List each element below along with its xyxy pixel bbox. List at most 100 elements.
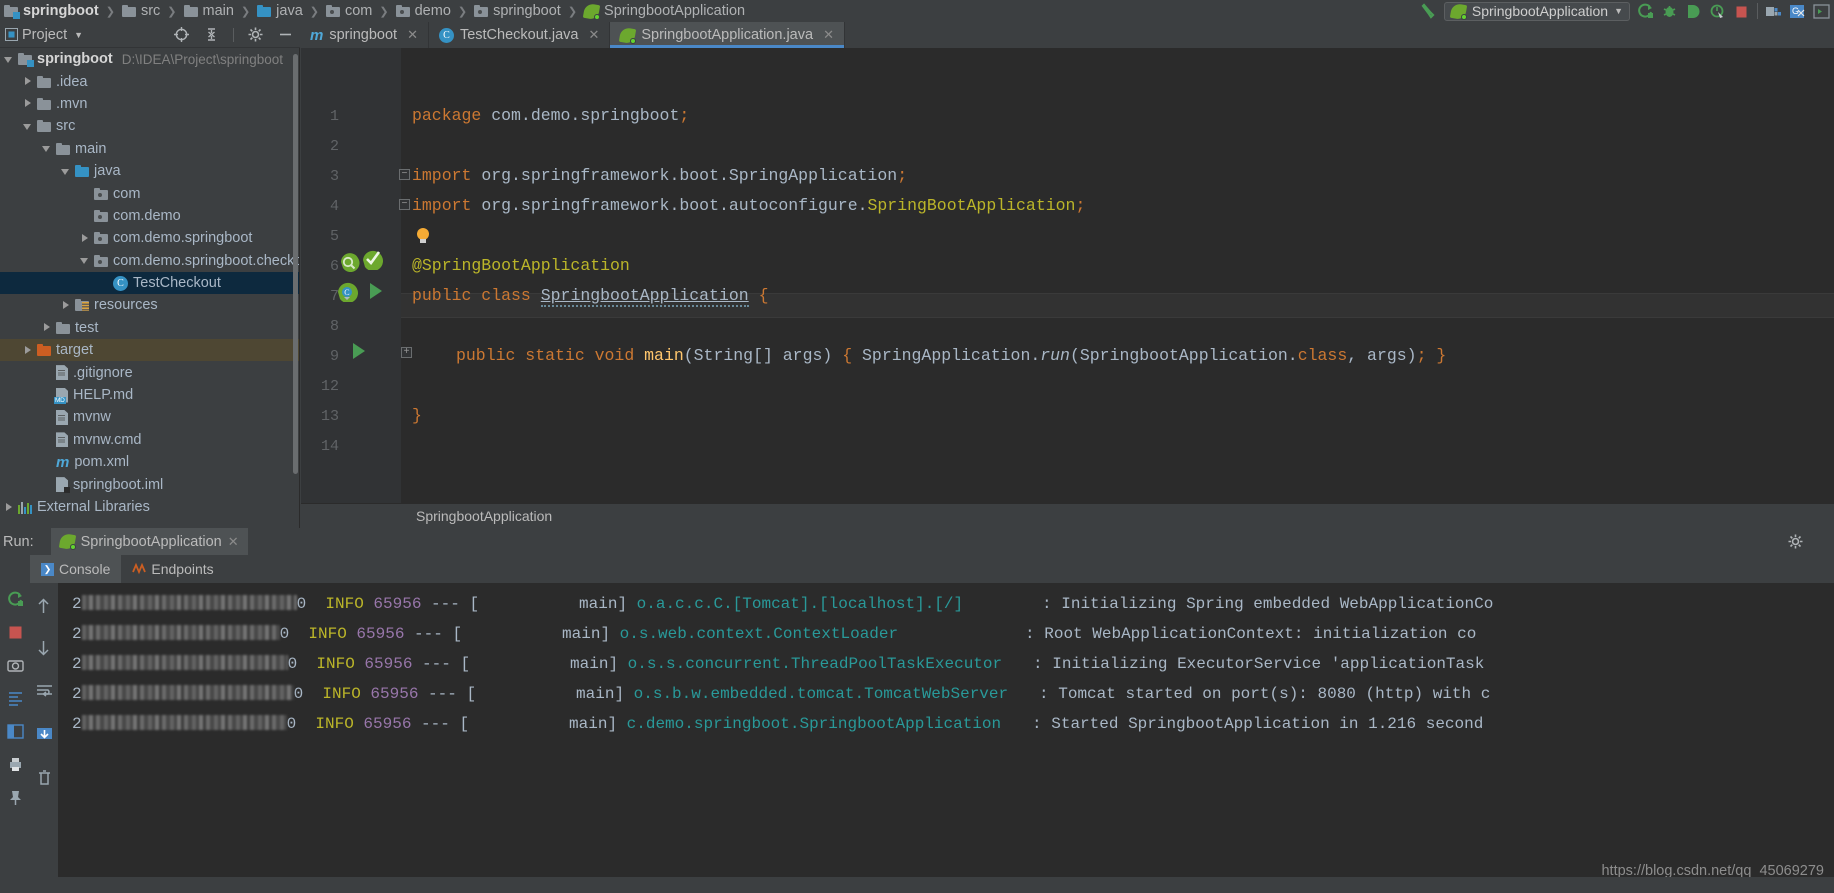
close-icon[interactable]: ✕ xyxy=(588,27,599,43)
camera-icon[interactable] xyxy=(7,657,24,674)
editor-tab-springbootapplication-java[interactable]: SpringbootApplication.java✕ xyxy=(610,22,845,48)
fold-marker[interactable]: − xyxy=(399,199,410,210)
chevron-down-icon[interactable] xyxy=(61,166,72,177)
stop-icon[interactable] xyxy=(7,624,24,641)
tree-item-external-libraries[interactable]: External Libraries xyxy=(0,496,299,518)
tree-item-java[interactable]: java xyxy=(0,160,299,182)
fold-marker[interactable]: − xyxy=(399,169,410,180)
lightbulb-icon[interactable] xyxy=(417,228,429,244)
tree-item-target[interactable]: target xyxy=(0,339,299,361)
project-tree[interactable]: springbootD:\IDEA\Project\springboot.ide… xyxy=(0,48,300,528)
scroll-down-icon[interactable] xyxy=(36,640,53,657)
pin-icon[interactable] xyxy=(7,789,24,806)
breadcrumb-item-springboot[interactable]: springboot xyxy=(2,3,101,19)
print-icon[interactable] xyxy=(7,756,24,773)
editor-tab-label: TestCheckout.java xyxy=(460,27,578,43)
tree-item-test[interactable]: test xyxy=(0,317,299,339)
tree-item-resources[interactable]: resources xyxy=(0,294,299,316)
tree-item-mvnw[interactable]: mvnw xyxy=(0,406,299,428)
breadcrumb-item-src[interactable]: src xyxy=(120,3,162,19)
code-editor[interactable]: 1 2 3 4 5 6 7 8 9 12 13 14 C package com… xyxy=(301,48,1834,503)
tree-item-main[interactable]: main xyxy=(0,138,299,160)
thread-dump-icon[interactable] xyxy=(7,690,24,707)
chevron-right-icon[interactable] xyxy=(23,76,34,87)
breadcrumb-item-demo[interactable]: demo xyxy=(394,3,453,19)
status-bar xyxy=(0,877,1834,893)
tree-item-pom-xml[interactable]: mpom.xml xyxy=(0,451,299,473)
tree-item--idea[interactable]: .idea xyxy=(0,70,299,92)
chevron-right-icon[interactable] xyxy=(4,502,15,513)
run-config-tab[interactable]: SpringbootApplication ✕ xyxy=(51,528,248,555)
gear-icon[interactable] xyxy=(1787,533,1804,550)
run-configuration-selector[interactable]: SpringbootApplication ▼ xyxy=(1444,2,1630,21)
tree-item-com-demo[interactable]: com.demo xyxy=(0,205,299,227)
layout-icon[interactable] xyxy=(7,723,24,740)
scroll-to-end-icon[interactable] xyxy=(36,726,53,743)
close-icon[interactable]: ✕ xyxy=(823,27,834,43)
chevron-down-icon[interactable] xyxy=(42,143,53,154)
run-gutter-icon[interactable] xyxy=(368,282,384,305)
spring-config-icon[interactable]: C xyxy=(336,280,358,307)
locate-icon[interactable] xyxy=(173,26,190,43)
tree-item-springboot[interactable]: springbootD:\IDEA\Project\springboot xyxy=(0,48,299,70)
run-method-icon[interactable] xyxy=(351,342,367,365)
run-with-coverage-icon[interactable] xyxy=(1685,3,1702,20)
tree-item-springboot-iml[interactable]: springboot.iml xyxy=(0,473,299,495)
chevron-down-icon[interactable]: ▼ xyxy=(74,30,83,40)
editor-tab-springboot[interactable]: mspringboot✕ xyxy=(300,22,429,48)
breadcrumb-item-com[interactable]: com xyxy=(324,3,374,19)
run-icon[interactable] xyxy=(1637,3,1654,20)
tree-item-label: External Libraries xyxy=(37,499,150,515)
chevron-right-icon[interactable] xyxy=(42,322,53,333)
hammer-icon[interactable] xyxy=(1420,3,1437,20)
tree-item-com[interactable]: com xyxy=(0,182,299,204)
tree-item-com-demo-springboot-checko[interactable]: com.demo.springboot.checko xyxy=(0,250,299,272)
hide-panel-icon[interactable] xyxy=(277,26,294,43)
tree-item-com-demo-springboot[interactable]: com.demo.springboot xyxy=(0,227,299,249)
collapse-all-icon[interactable] xyxy=(203,26,220,43)
chevron-down-icon[interactable] xyxy=(4,54,15,65)
tree-item--mvn[interactable]: .mvn xyxy=(0,93,299,115)
tree-arrow-placeholder xyxy=(99,278,110,289)
debug-icon[interactable] xyxy=(1661,3,1678,20)
profiler-icon[interactable] xyxy=(1709,3,1726,20)
close-icon[interactable]: ✕ xyxy=(407,27,418,43)
scroll-up-icon[interactable] xyxy=(36,597,53,614)
log-level: INFO xyxy=(303,685,361,703)
clear-all-icon[interactable] xyxy=(36,769,53,786)
chevron-right-icon[interactable] xyxy=(23,345,34,356)
console-output[interactable]: 20 INFO 65956 --- [main] o.a.c.c.C.[Tomc… xyxy=(58,583,1834,893)
search-everywhere-icon[interactable]: G xyxy=(1789,3,1806,20)
chevron-right-icon[interactable] xyxy=(61,300,72,311)
log-timestamp: 20 xyxy=(72,685,303,703)
breadcrumb-item-springbootapplication[interactable]: SpringbootApplication xyxy=(582,3,747,19)
chevron-down-icon[interactable] xyxy=(80,255,91,266)
chevron-right-icon[interactable] xyxy=(80,233,91,244)
run-anything-icon[interactable] xyxy=(1813,3,1830,20)
chevron-right-icon[interactable] xyxy=(23,98,34,109)
tree-item--gitignore[interactable]: .gitignore xyxy=(0,361,299,383)
tab-endpoints[interactable]: Endpoints xyxy=(121,555,224,583)
spring-bean-icon[interactable] xyxy=(361,248,383,275)
project-structure-icon[interactable] xyxy=(1765,3,1782,20)
editor-gutter[interactable]: 1 2 3 4 5 6 7 8 9 12 13 14 C xyxy=(301,48,401,503)
rerun-icon[interactable] xyxy=(7,591,24,608)
chevron-down-icon[interactable] xyxy=(23,121,34,132)
settings-gear-icon[interactable] xyxy=(247,26,264,43)
fold-marker[interactable]: + xyxy=(401,347,412,358)
breadcrumb-item-main[interactable]: main xyxy=(182,3,236,19)
editor-tab-testcheckout-java[interactable]: CTestCheckout.java✕ xyxy=(429,22,610,48)
tree-item-help-md[interactable]: MDHELP.md xyxy=(0,384,299,406)
usages-search-icon[interactable] xyxy=(339,251,360,277)
close-icon[interactable]: ✕ xyxy=(228,534,239,550)
soft-wrap-icon[interactable] xyxy=(36,683,53,700)
breadcrumb-item-springboot[interactable]: springboot xyxy=(472,3,563,19)
tab-console[interactable]: ❯ Console xyxy=(30,555,121,583)
stop-icon[interactable] xyxy=(1733,3,1750,20)
code-text[interactable]: package com.demo.springboot; import org.… xyxy=(401,48,1834,503)
sidebar-scrollbar[interactable] xyxy=(293,54,298,474)
tree-item-src[interactable]: src xyxy=(0,115,299,137)
tree-item-testcheckout[interactable]: CTestCheckout xyxy=(0,272,299,294)
breadcrumb-item-java[interactable]: java xyxy=(255,3,305,19)
tree-item-mvnw-cmd[interactable]: mvnw.cmd xyxy=(0,429,299,451)
